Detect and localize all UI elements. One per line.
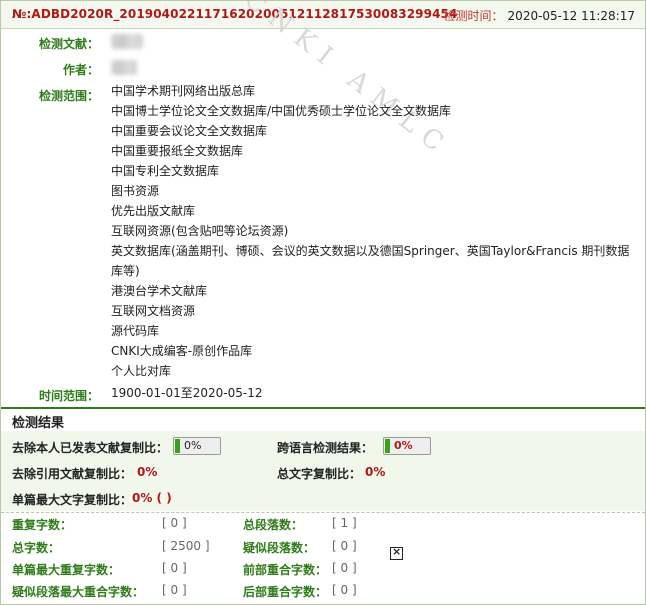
scope-item: 个人比对库 xyxy=(111,364,172,378)
back-overlap-label: 后部重合字数： xyxy=(243,585,328,599)
cross-lang-value: 0% xyxy=(394,439,413,452)
cross-lang-bar: 0% xyxy=(383,437,431,455)
scope-item: 英文数据库(涵盖期刊、博硕、会议的英文数据以及德国Springer、英国Tayl… xyxy=(111,244,630,278)
self-excl-label: 去除本人已发表文献复制比： xyxy=(12,441,169,455)
check-time-label: 检测时间： xyxy=(443,9,504,23)
scope-item: 中国重要报纸全文数据库 xyxy=(111,144,244,158)
report-number: №:ADBD2020R_2019040221171620200512112817… xyxy=(12,7,458,21)
single-max-repeat-label: 单篇最大重复字数： xyxy=(12,563,121,577)
check-time-value: 2020-05-12 11:28:17 xyxy=(507,9,635,23)
total-paras-label: 总段落数： xyxy=(243,518,304,532)
check-time: 检测时间： 2020-05-12 11:28:17 xyxy=(444,7,635,24)
scope-item: 中国学术期刊网络出版总库 xyxy=(111,84,256,98)
scope-item: 互联网文档资源 xyxy=(111,304,196,318)
time-range-label: 时间范围： xyxy=(38,389,99,403)
repeat-chars-value: [ 0 ] xyxy=(162,516,187,530)
total-paras-value: [ 1 ] xyxy=(332,516,357,530)
report-header: №:ADBD2020R_2019040221171620200512112817… xyxy=(1,1,645,29)
front-overlap-label: 前部重合字数： xyxy=(243,563,328,577)
redacted-author xyxy=(111,60,137,75)
front-overlap-value: [ 0 ] xyxy=(332,561,357,575)
scope-item: 中国重要会议论文全文数据库 xyxy=(111,124,268,138)
cross-lang-bar-fill xyxy=(385,439,390,453)
scope-item: 港澳台学术文献库 xyxy=(111,284,208,298)
scope-item: 中国博士学位论文全文数据库/中国优秀硕士学位论文全文数据库 xyxy=(111,104,452,118)
time-range-value: 1900-01-01至2020-05-12 xyxy=(111,386,263,400)
total-chars-value: [ 2500 ] xyxy=(162,539,210,553)
scope-item: 图书资源 xyxy=(111,184,160,198)
single-max-value: 0% ( ) xyxy=(132,491,172,505)
scope-item: 源代码库 xyxy=(111,324,160,338)
self-excl-bar: 0% xyxy=(173,437,221,455)
results-divider xyxy=(1,407,645,409)
redacted-title xyxy=(111,34,143,49)
scope-label: 检测范围： xyxy=(38,89,99,103)
total-copy-value: 0% xyxy=(365,465,386,479)
results-title: 检测结果 xyxy=(12,416,65,431)
scope-item: 中国专利全文数据库 xyxy=(111,164,220,178)
stats-divider xyxy=(1,512,645,513)
single-max-repeat-value: [ 0 ] xyxy=(162,561,187,575)
author-label: 作者： xyxy=(62,63,99,77)
doc-label: 检测文献： xyxy=(38,37,99,51)
total-chars-label: 总字数： xyxy=(12,541,61,555)
scope-item: CNKI大成编客-原创作品库 xyxy=(111,344,253,358)
single-max-label: 单篇最大文字复制比： xyxy=(12,493,133,507)
cross-lang-label: 跨语言检测结果： xyxy=(277,441,374,455)
total-copy-label: 总文字复制比： xyxy=(277,467,362,481)
results-panel: 去除本人已发表文献复制比： 0% 跨语言检测结果： 0% 去除引用文献复制比： … xyxy=(1,431,645,511)
repeat-chars-label: 重复字数： xyxy=(12,518,73,532)
self-excl-value: 0% xyxy=(184,439,202,452)
report-meta: CNKI AMLC 检测文献： 作者： 检测范围： 中国学术期刊网络出版总库 中… xyxy=(1,1,645,408)
suspect-paras-value: [ 0 ] xyxy=(332,539,357,553)
self-excl-bar-fill xyxy=(175,439,180,453)
scope-item: 互联网资源(包含贴吧等论坛资源) xyxy=(111,224,289,238)
report-frame: №:ADBD2020R_2019040221171620200512112817… xyxy=(0,0,646,605)
cite-excl-value: 0% xyxy=(137,465,158,479)
back-overlap-value: [ 0 ] xyxy=(332,583,357,597)
close-icon[interactable]: × xyxy=(390,545,403,560)
suspect-max-overlap-value: [ 0 ] xyxy=(162,583,187,597)
suspect-max-overlap-label: 疑似段落最大重合字数： xyxy=(12,585,145,599)
suspect-paras-label: 疑似段落数： xyxy=(243,541,316,555)
scope-item: 优先出版文献库 xyxy=(111,204,196,218)
cite-excl-label: 去除引用文献复制比： xyxy=(12,467,133,481)
